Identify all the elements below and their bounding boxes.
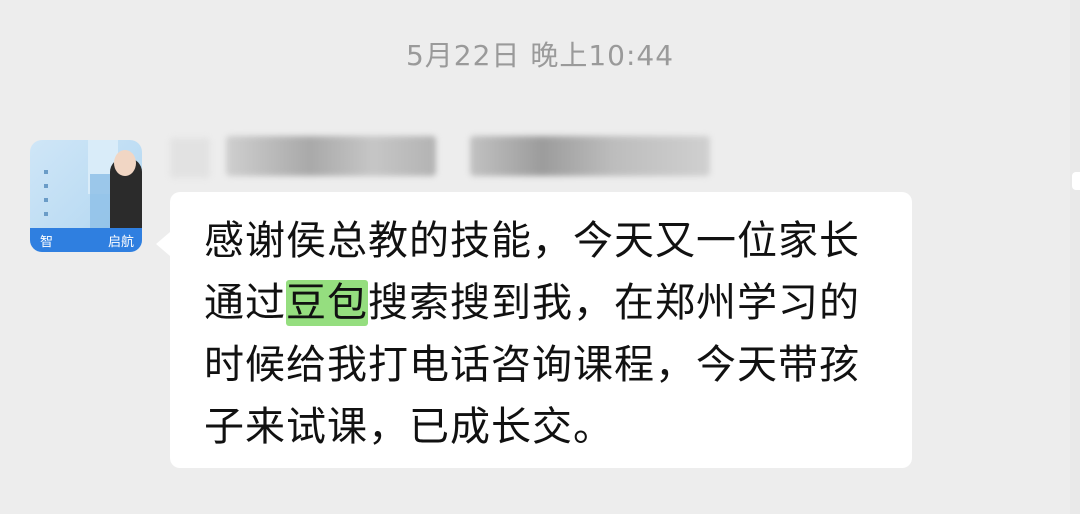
message-timestamp: 5月22日 晚上10:44 <box>405 39 675 72</box>
avatar-banner: 智 启航 <box>30 228 142 252</box>
redaction-blur <box>170 138 210 178</box>
avatar-decor <box>44 170 48 226</box>
chat-window: 5月22日 晚上10:44 智 启航 感谢侯总教的技能，今天又一位家长通过豆包搜… <box>0 0 1080 514</box>
redaction-blur <box>226 136 436 176</box>
avatar-face <box>114 150 136 176</box>
contact-avatar[interactable]: 智 启航 <box>30 140 142 252</box>
message-text: 感谢侯总教的技能，今天又一位家长通过豆包搜索搜到我，在郑州学习的时候给我打电话咨… <box>204 210 884 458</box>
sender-name-redacted <box>170 128 730 182</box>
scrollbar-thumb[interactable] <box>1072 172 1080 190</box>
message-highlight[interactable]: 豆包 <box>286 280 368 326</box>
avatar-banner-text-right: 启航 <box>108 235 135 250</box>
avatar-banner-text-left: 智 <box>40 235 54 250</box>
message-bubble[interactable]: 感谢侯总教的技能，今天又一位家长通过豆包搜索搜到我，在郑州学习的时候给我打电话咨… <box>156 192 912 468</box>
redaction-blur <box>470 136 710 176</box>
scrollbar-track[interactable] <box>1070 0 1080 514</box>
